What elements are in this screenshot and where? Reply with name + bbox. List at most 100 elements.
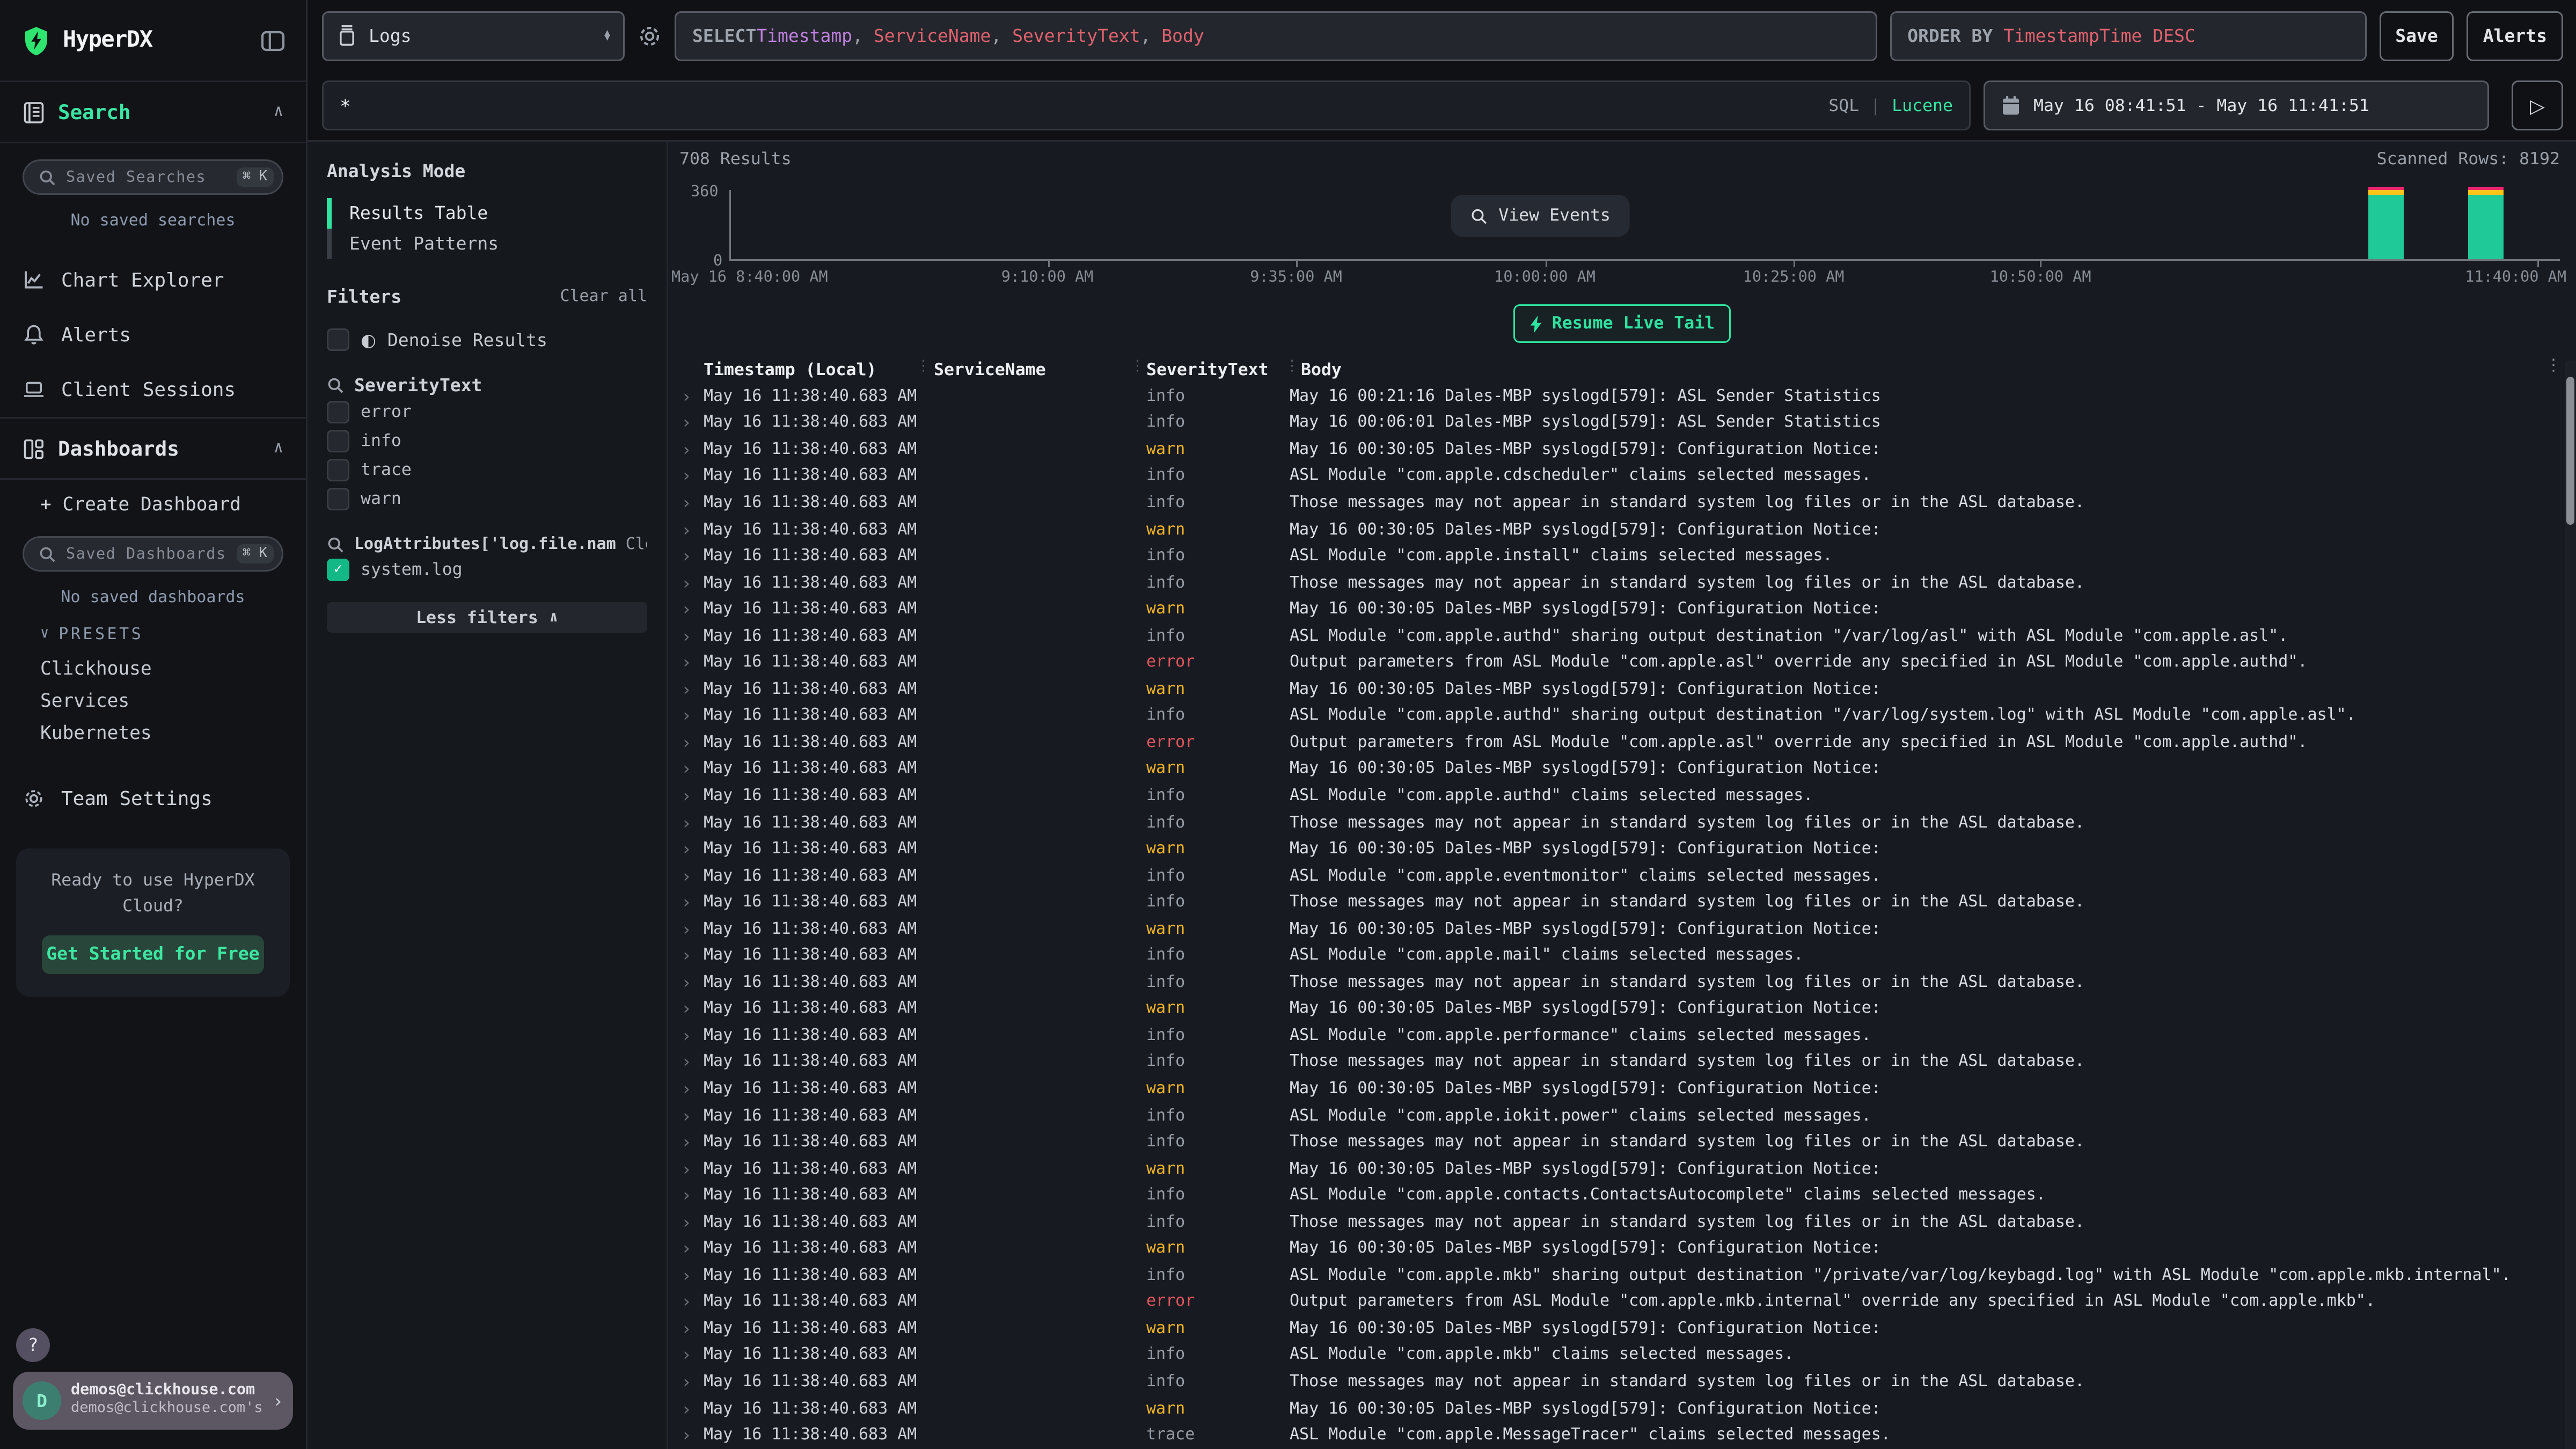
preset-item[interactable]: Clickhouse (0, 652, 306, 684)
table-row[interactable]: ›May 16 11:38:40.683 AMwarnMay 16 00:30:… (668, 516, 2576, 543)
chart-plot-area[interactable]: May 16 8:40:00 AM 9:10:00 AM9:35:00 AM10… (729, 190, 2560, 261)
expand-chevron-icon[interactable]: › (681, 813, 704, 833)
expand-chevron-icon[interactable]: › (681, 1132, 704, 1153)
expand-chevron-icon[interactable]: › (681, 413, 704, 434)
histogram-bar[interactable] (2368, 187, 2403, 259)
query-search-input[interactable]: * SQL | Lucene (322, 80, 1971, 130)
denoise-checkbox[interactable] (327, 328, 349, 351)
table-row[interactable]: ›May 16 11:38:40.683 AMinfoThose message… (668, 1129, 2576, 1156)
table-row[interactable]: ›May 16 11:38:40.683 AMinfoASL Module "c… (668, 1262, 2576, 1289)
resume-live-tail-button[interactable]: Resume Live Tail (1513, 304, 1731, 343)
table-row[interactable]: ›May 16 11:38:40.683 AMwarnMay 16 00:30:… (668, 1076, 2576, 1103)
table-row[interactable]: ›May 16 11:38:40.683 AMinfoASL Module "c… (668, 623, 2576, 650)
save-button[interactable]: Save (2379, 11, 2454, 61)
expand-chevron-icon[interactable]: › (681, 573, 704, 594)
column-separator[interactable]: ⋮ (916, 359, 931, 375)
expand-chevron-icon[interactable]: › (681, 466, 704, 487)
table-row[interactable]: ›May 16 11:38:40.683 AMwarnMay 16 00:30:… (668, 836, 2576, 863)
expand-chevron-icon[interactable]: › (681, 1292, 704, 1313)
table-row[interactable]: ›May 16 11:38:40.683 AMinfoASL Module "c… (668, 463, 2576, 490)
expand-chevron-icon[interactable]: › (681, 972, 704, 993)
analysis-mode-tab[interactable]: Results Table (327, 198, 647, 229)
user-menu[interactable]: D demos@clickhouse.com demos@clickhouse.… (13, 1372, 293, 1430)
expand-chevron-icon[interactable]: › (681, 1345, 704, 1366)
sidebar-section-search[interactable]: Search ∧ (0, 80, 306, 143)
sidebar-item-team-settings[interactable]: Team Settings (0, 774, 306, 823)
filter-option[interactable]: warn (327, 485, 647, 512)
checkbox[interactable] (327, 400, 349, 423)
presets-header[interactable]: ∨ PRESETS (0, 617, 306, 652)
column-separator[interactable]: ⋮ (1130, 359, 1145, 375)
table-row[interactable]: ›May 16 11:38:40.683 AMinfoASL Module "c… (668, 703, 2576, 730)
expand-chevron-icon[interactable]: › (681, 440, 704, 460)
checkbox[interactable] (327, 458, 349, 481)
expand-chevron-icon[interactable]: › (681, 1052, 704, 1073)
table-row[interactable]: ›May 16 11:38:40.683 AMinfoASL Module "c… (668, 783, 2576, 810)
query-settings-gear-icon[interactable] (638, 24, 662, 48)
expand-chevron-icon[interactable]: › (681, 1372, 704, 1393)
order-by-input[interactable]: ORDER BY TimestampTime DESC (1890, 11, 2366, 61)
chevron-up-icon[interactable]: ∧ (274, 103, 283, 121)
table-row[interactable]: ›May 16 11:38:40.683 AMinfoThose message… (668, 1209, 2576, 1236)
table-row[interactable]: ›May 16 11:38:40.683 AMinfoASL Module "c… (668, 1182, 2576, 1209)
filter-option[interactable]: info (327, 427, 647, 454)
column-header-servicename[interactable]: ServiceName (916, 361, 1133, 380)
expand-chevron-icon[interactable]: › (681, 892, 704, 913)
preset-item[interactable]: Kubernetes (0, 716, 306, 749)
expand-chevron-icon[interactable]: › (681, 1265, 704, 1286)
sidebar-item-chart-explorer[interactable]: Chart Explorer (0, 253, 306, 308)
expand-chevron-icon[interactable]: › (681, 706, 704, 727)
sidebar-item-alerts[interactable]: Alerts (0, 308, 306, 362)
run-query-button[interactable]: ▷ (2512, 80, 2563, 130)
table-options-kebab-icon[interactable]: ⋮ (2545, 357, 2562, 375)
sidebar-section-dashboards[interactable]: Dashboards ∧ (0, 417, 306, 480)
table-row[interactable]: ›May 16 11:38:40.683 AMinfoThose message… (668, 889, 2576, 916)
table-row[interactable]: ›May 16 11:38:40.683 AMinfoASL Module "c… (668, 1022, 2576, 1049)
expand-chevron-icon[interactable]: › (681, 653, 704, 674)
table-row[interactable]: ›May 16 11:38:40.683 AMinfoThose message… (668, 809, 2576, 836)
source-selector[interactable]: Logs ▲▼ (322, 11, 625, 61)
table-row[interactable]: ›May 16 11:38:40.683 AMerrorOutput param… (668, 1289, 2576, 1316)
create-dashboard-button[interactable]: + Create Dashboard (0, 480, 306, 528)
expand-chevron-icon[interactable]: › (681, 1026, 704, 1046)
expand-chevron-icon[interactable]: › (681, 1159, 704, 1180)
expand-chevron-icon[interactable]: › (681, 866, 704, 887)
saved-searches-input[interactable]: Saved Searches ⌘ K (23, 159, 283, 195)
expand-chevron-icon[interactable]: › (681, 1106, 704, 1126)
chevron-up-icon[interactable]: ∧ (274, 440, 283, 457)
expand-chevron-icon[interactable]: › (681, 946, 704, 967)
column-header-severitytext[interactable]: SeverityText (1133, 361, 1290, 380)
filter-option[interactable]: ✓system.log (327, 555, 647, 583)
table-row[interactable]: ›May 16 11:38:40.683 AMinfoASL Module "c… (668, 863, 2576, 890)
table-row[interactable]: ›May 16 11:38:40.683 AMwarnMay 16 00:30:… (668, 996, 2576, 1023)
table-row[interactable]: ›May 16 11:38:40.683 AMwarnMay 16 00:30:… (668, 756, 2576, 783)
file-group-clear-button[interactable]: Clear (626, 536, 647, 554)
filter-option[interactable]: trace (327, 456, 647, 483)
expand-chevron-icon[interactable]: › (681, 999, 704, 1020)
table-row[interactable]: ›May 16 11:38:40.683 AMinfoThose message… (668, 490, 2576, 517)
filter-option[interactable]: error (327, 398, 647, 425)
table-row[interactable]: ›May 16 11:38:40.683 AMinfoASL Module "c… (668, 1102, 2576, 1129)
table-row[interactable]: ›May 16 11:38:40.683 AMerrorOutput param… (668, 649, 2576, 676)
table-row[interactable]: ›May 16 11:38:40.683 AMwarnMay 16 00:30:… (668, 916, 2576, 943)
column-header-body[interactable]: Body (1290, 361, 2576, 380)
table-row[interactable]: ›May 16 11:38:40.683 AMwarnMay 16 00:30:… (668, 436, 2576, 463)
table-row[interactable]: ›May 16 11:38:40.683 AMwarnMay 16 00:30:… (668, 596, 2576, 623)
results-histogram[interactable]: 360 0 May 16 8:40:00 AM 9:10:00 AM9:35:0… (668, 177, 2576, 290)
expand-chevron-icon[interactable]: › (681, 1319, 704, 1340)
expand-chevron-icon[interactable]: › (681, 759, 704, 780)
analysis-mode-tab[interactable]: Event Patterns (327, 229, 647, 259)
table-row[interactable]: ›May 16 11:38:40.683 AMwarnMay 16 00:30:… (668, 1395, 2576, 1422)
column-separator[interactable]: ⋮ (1285, 359, 1299, 375)
expand-chevron-icon[interactable]: › (681, 733, 704, 753)
table-row[interactable]: ›May 16 11:38:40.683 AMwarnMay 16 00:30:… (668, 1156, 2576, 1183)
sidebar-item-client-sessions[interactable]: Client Sessions (0, 362, 306, 417)
table-row[interactable]: ›May 16 11:38:40.683 AMtraceASL Module "… (668, 1422, 2576, 1449)
expand-chevron-icon[interactable]: › (681, 786, 704, 807)
expand-chevron-icon[interactable]: › (681, 386, 704, 407)
checkbox[interactable] (327, 487, 349, 510)
table-row[interactable]: ›May 16 11:38:40.683 AMinfoThose message… (668, 569, 2576, 596)
table-row[interactable]: ›May 16 11:38:40.683 AMinfoThose message… (668, 1369, 2576, 1396)
table-row[interactable]: ›May 16 11:38:40.683 AMwarnMay 16 00:30:… (668, 1236, 2576, 1263)
checkbox-checked[interactable]: ✓ (327, 558, 349, 581)
